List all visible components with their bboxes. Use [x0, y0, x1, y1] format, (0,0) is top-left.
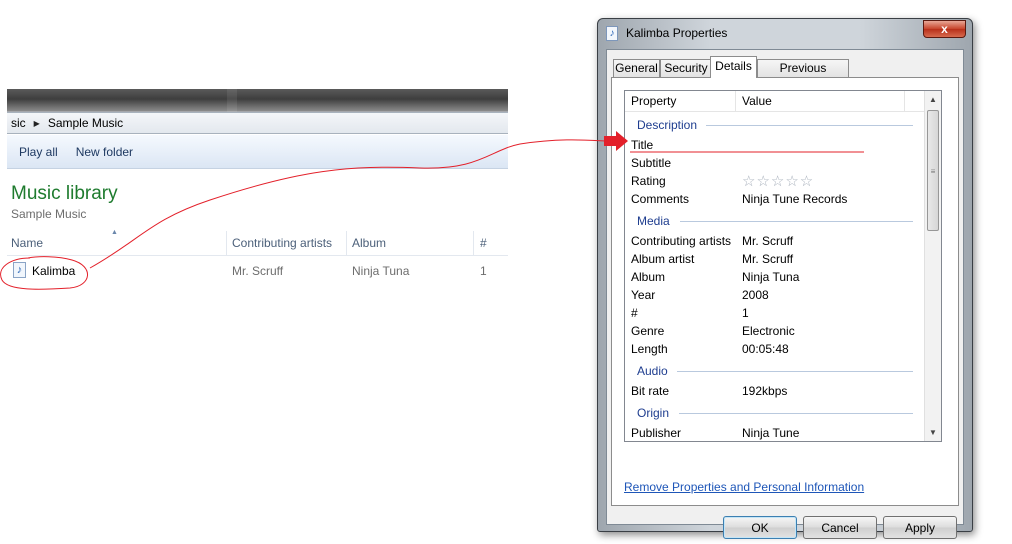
- group-divider: [677, 371, 913, 372]
- property-value[interactable]: 2008: [742, 288, 769, 302]
- property-value[interactable]: Ninja Tune: [742, 426, 799, 440]
- property-row-year[interactable]: Year 2008: [631, 286, 921, 304]
- breadcrumb-arrow-icon[interactable]: ▶: [30, 119, 44, 128]
- column-header-name[interactable]: Name: [11, 236, 43, 250]
- column-divider[interactable]: [904, 91, 905, 111]
- scroll-up-icon[interactable]: ▲: [925, 91, 941, 108]
- column-header-property[interactable]: Property: [631, 94, 676, 108]
- dialog-title: Kalimba Properties: [626, 26, 728, 40]
- cancel-button[interactable]: Cancel: [803, 516, 877, 539]
- property-row-contributing-artists[interactable]: Contributing artists Mr. Scruff: [631, 232, 921, 250]
- property-row-rating[interactable]: Rating ☆☆☆☆☆: [631, 172, 921, 190]
- breadcrumb[interactable]: sic ▶ Sample Music: [7, 112, 508, 134]
- explorer-toolbar: Play all New folder: [7, 135, 508, 169]
- cell-album: Ninja Tuna: [352, 264, 410, 278]
- property-row-bit-rate[interactable]: Bit rate 192kbps: [631, 382, 921, 400]
- vertical-scrollbar[interactable]: ▲ ≡ ▼: [924, 91, 941, 441]
- column-divider[interactable]: [226, 231, 227, 255]
- property-row-length[interactable]: Length 00:05:48: [631, 340, 921, 358]
- group-divider: [706, 125, 913, 126]
- new-folder-button[interactable]: New folder: [69, 142, 140, 162]
- property-key: Comments: [631, 192, 690, 206]
- details-panel: Property Value Description Title Subtitl…: [611, 77, 959, 506]
- property-row-genre[interactable]: Genre Electronic: [631, 322, 921, 340]
- apply-button[interactable]: Apply: [883, 516, 957, 539]
- property-key: Genre: [631, 324, 665, 338]
- ok-button[interactable]: OK: [723, 516, 797, 539]
- property-key: #: [631, 306, 638, 320]
- property-key: Title: [631, 138, 654, 152]
- property-value[interactable]: Mr. Scruff: [742, 252, 793, 266]
- property-list-header: Property Value: [625, 91, 925, 112]
- property-row-publisher[interactable]: Publisher Ninja Tune: [631, 424, 921, 441]
- property-key: Album artist: [631, 252, 695, 266]
- remove-properties-link[interactable]: Remove Properties and Personal Informati…: [624, 480, 864, 494]
- column-header-value[interactable]: Value: [742, 94, 772, 108]
- table-row[interactable]: ♪ Kalimba Mr. Scruff Ninja Tuna 1: [7, 261, 508, 281]
- property-key: Year: [631, 288, 656, 302]
- tab-previous-versions[interactable]: Previous Versions: [757, 59, 849, 91]
- group-divider: [679, 413, 913, 414]
- cell-contributing-artists: Mr. Scruff: [232, 264, 284, 278]
- property-value[interactable]: 1: [742, 306, 749, 320]
- properties-dialog: ♪ Kalimba Properties x General Security …: [597, 18, 973, 539]
- tab-details[interactable]: Details: [710, 56, 757, 78]
- property-row-comments[interactable]: Comments Ninja Tune Records: [631, 190, 921, 208]
- tab-general[interactable]: General: [613, 59, 660, 77]
- property-list[interactable]: Property Value Description Title Subtitl…: [624, 90, 942, 442]
- property-key: Bit rate: [631, 384, 670, 398]
- property-value[interactable]: Ninja Tuna: [742, 270, 799, 284]
- property-value[interactable]: Mr. Scruff: [742, 234, 793, 248]
- tab-security[interactable]: Security: [660, 59, 712, 77]
- play-all-button[interactable]: Play all: [12, 142, 65, 162]
- group-media: Media: [637, 214, 670, 228]
- column-divider[interactable]: [473, 231, 474, 255]
- dialog-client-area: General Security Details Previous Versio…: [606, 49, 964, 539]
- property-value[interactable]: Ninja Tune Records: [742, 192, 847, 206]
- property-value: 192kbps: [742, 384, 788, 398]
- column-divider[interactable]: [735, 91, 736, 111]
- property-row-title[interactable]: Title: [631, 136, 921, 154]
- property-value[interactable]: Electronic: [742, 324, 795, 338]
- scrollbar-thumb[interactable]: ≡: [927, 110, 939, 231]
- library-subtitle[interactable]: Sample Music: [11, 207, 86, 221]
- sort-ascending-icon: ▲: [111, 229, 118, 236]
- property-key: Rating: [631, 174, 666, 188]
- cell-track-number: 1: [480, 264, 487, 278]
- breadcrumb-item-sample-music[interactable]: Sample Music: [44, 116, 127, 130]
- property-row-album-artist[interactable]: Album artist Mr. Scruff: [631, 250, 921, 268]
- property-row-subtitle[interactable]: Subtitle: [631, 154, 921, 172]
- rating-stars-icon[interactable]: ☆☆☆☆☆: [742, 172, 814, 190]
- column-header-album[interactable]: Album: [352, 236, 386, 250]
- breadcrumb-item-music[interactable]: sic: [7, 116, 30, 130]
- scroll-down-icon[interactable]: ▼: [925, 424, 941, 441]
- close-button[interactable]: x: [923, 20, 966, 38]
- property-value: 00:05:48: [742, 342, 789, 356]
- library-title: Music library: [11, 183, 118, 204]
- music-file-icon: ♪: [13, 262, 26, 278]
- explorer-window: sic ▶ Sample Music Play all New folder M…: [7, 89, 508, 286]
- music-file-icon: ♪: [606, 26, 618, 41]
- column-headers: Name ▲ Contributing artists Album #: [7, 229, 508, 256]
- group-description: Description: [637, 118, 698, 132]
- dialog-titlebar[interactable]: ♪ Kalimba Properties x: [598, 19, 972, 49]
- property-key: Length: [631, 342, 668, 356]
- group-audio: Audio: [637, 364, 668, 378]
- group-origin: Origin: [637, 406, 670, 420]
- property-key: Contributing artists: [631, 234, 732, 248]
- column-header-contributing-artists[interactable]: Contributing artists: [232, 236, 332, 250]
- property-key: Album: [631, 270, 666, 284]
- group-divider: [680, 221, 913, 222]
- property-key: Publisher: [631, 426, 682, 440]
- column-divider[interactable]: [346, 231, 347, 255]
- property-key: Subtitle: [631, 156, 672, 170]
- file-name[interactable]: Kalimba: [32, 264, 75, 278]
- property-row-track-number[interactable]: # 1: [631, 304, 921, 322]
- property-row-album[interactable]: Album Ninja Tuna: [631, 268, 921, 286]
- column-header-track-number[interactable]: #: [480, 236, 487, 250]
